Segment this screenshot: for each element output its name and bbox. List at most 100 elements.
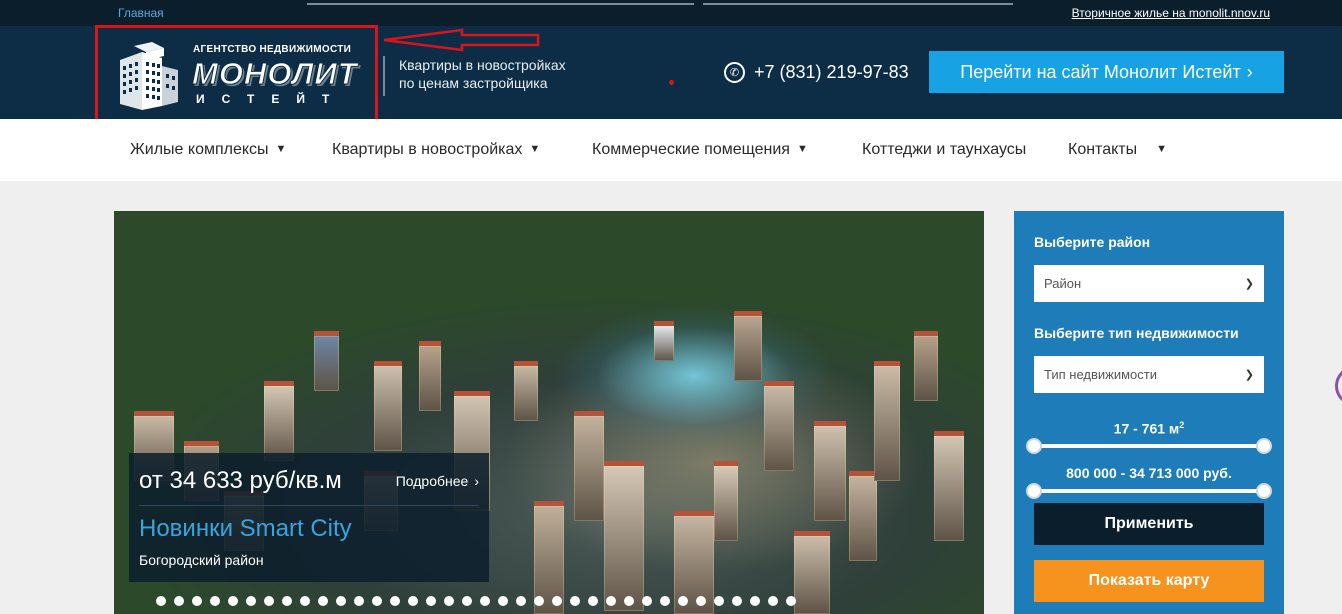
building-illustration: [374, 361, 402, 451]
tagline-line: по ценам застройщика: [399, 75, 548, 91]
nav-item-label: Контакты: [1068, 141, 1138, 158]
slider-dot[interactable]: [192, 596, 202, 606]
top-divider-line: [307, 3, 694, 5]
slider-dot[interactable]: [264, 596, 274, 606]
building-illustration: [574, 411, 604, 521]
nav-item-residential-complexes[interactable]: Жилые комплексы ▼: [130, 141, 286, 159]
area-range-value: 17 - 761 м: [1113, 420, 1180, 437]
side-widget-icon[interactable]: [1335, 366, 1342, 406]
property-type-select[interactable]: Тип недвижимости ❯: [1034, 356, 1264, 393]
secondary-housing-link[interactable]: Вторичное жилье на monolit.nnov.ru: [1072, 6, 1270, 20]
slider-dot[interactable]: [696, 596, 706, 606]
district-label: Выберите район: [1034, 234, 1151, 250]
card-divider: [139, 505, 479, 506]
annotation-arrow-icon: [383, 28, 540, 52]
slider-dot[interactable]: [336, 596, 346, 606]
slider-dot[interactable]: [372, 596, 382, 606]
building-illustration: [604, 461, 644, 611]
slider-dot[interactable]: [660, 596, 670, 606]
slider-dot[interactable]: [570, 596, 580, 606]
chevron-down-icon: ▼: [275, 143, 287, 155]
slider-dot[interactable]: [750, 596, 760, 606]
property-type-label: Выберите тип недвижимости: [1034, 325, 1239, 341]
slider-dot[interactable]: [408, 596, 418, 606]
building-illustration: [874, 361, 900, 481]
slider-dot[interactable]: [156, 596, 166, 606]
area-min-handle[interactable]: [1026, 438, 1042, 454]
slider-dot[interactable]: [282, 596, 292, 606]
slider-dot[interactable]: [678, 596, 688, 606]
nav-item-contacts[interactable]: Контакты ▼: [1068, 141, 1167, 159]
property-type-select-value: Тип недвижимости: [1044, 367, 1158, 382]
slide-price: от 34 633 руб/кв.м: [139, 467, 342, 494]
nav-item-label: Коттеджи и таунхаусы: [862, 141, 1027, 158]
slider-dot[interactable]: [426, 596, 436, 606]
chevron-down-icon: ▼: [529, 143, 541, 155]
more-link[interactable]: Подробнее ›: [396, 473, 479, 489]
top-bar: Главная Вторичное жилье на monolit.nnov.…: [0, 0, 1342, 26]
nav-item-commercial[interactable]: Коммерческие помещения ▼: [592, 141, 808, 159]
nav-item-label: Коммерческие помещения: [592, 141, 790, 158]
slider-dot[interactable]: [210, 596, 220, 606]
slider-dot[interactable]: [444, 596, 454, 606]
building-illustration: [814, 421, 846, 521]
slide-title[interactable]: Новинки Smart City: [139, 515, 352, 543]
slider-dot[interactable]: [228, 596, 238, 606]
apply-button[interactable]: Применить: [1034, 503, 1264, 545]
slider-dot[interactable]: [786, 596, 796, 606]
area-unit-superscript: 2: [1179, 420, 1185, 430]
home-link[interactable]: Главная: [118, 6, 164, 20]
price-min-handle[interactable]: [1026, 483, 1042, 499]
slider-dot[interactable]: [768, 596, 778, 606]
go-to-site-label: Перейти на сайт Монолит Истейт: [960, 61, 1241, 82]
chevron-right-icon: ›: [1246, 61, 1253, 82]
slider-dot[interactable]: [354, 596, 364, 606]
area-range-slider[interactable]: [1026, 438, 1272, 454]
main-nav: Жилые комплексы ▼ Квартиры в новостройка…: [0, 119, 1342, 181]
area-max-handle[interactable]: [1256, 438, 1272, 454]
building-illustration: [734, 311, 762, 381]
slider-dot[interactable]: [462, 596, 472, 606]
slider-dot[interactable]: [606, 596, 616, 606]
price-max-handle[interactable]: [1256, 483, 1272, 499]
building-illustration: [714, 461, 738, 541]
top-divider-line: [703, 3, 1013, 5]
slider-dot[interactable]: [714, 596, 724, 606]
annotation-highlight-box: [95, 25, 378, 130]
building-illustration: [514, 361, 538, 421]
slider-dot[interactable]: [624, 596, 634, 606]
slider-dot[interactable]: [174, 596, 184, 606]
nav-item-cottages[interactable]: Коттеджи и таунхаусы: [862, 141, 1026, 159]
nav-item-new-apartments[interactable]: Квартиры в новостройках ▼: [332, 141, 540, 159]
slider-dot[interactable]: [318, 596, 328, 606]
phone-contact[interactable]: ✆ +7 (831) 219-97-83: [724, 62, 909, 83]
slider-dot[interactable]: [534, 596, 544, 606]
slider-dot[interactable]: [246, 596, 256, 606]
slider-dot[interactable]: [732, 596, 742, 606]
building-illustration: [419, 341, 441, 411]
chevron-right-icon: ›: [474, 473, 479, 489]
district-select-value: Район: [1044, 276, 1082, 291]
slide-district: Богородский район: [139, 552, 264, 568]
building-illustration: [314, 331, 339, 391]
go-to-site-button[interactable]: Перейти на сайт Монолит Истейт ›: [929, 51, 1284, 93]
building-illustration: [764, 381, 794, 471]
slider-dot[interactable]: [480, 596, 490, 606]
slider-dot[interactable]: [498, 596, 508, 606]
building-illustration: [654, 321, 674, 361]
price-range-label: 800 000 - 34 713 000 руб.: [1066, 465, 1232, 481]
price-range-slider[interactable]: [1026, 483, 1272, 499]
show-map-button[interactable]: Показать карту: [1034, 560, 1264, 602]
slider-dot[interactable]: [300, 596, 310, 606]
slider-dot[interactable]: [552, 596, 562, 606]
slider-dot[interactable]: [390, 596, 400, 606]
chevron-down-icon: ❯: [1244, 278, 1254, 290]
slider-dot[interactable]: [516, 596, 526, 606]
slider-dot[interactable]: [588, 596, 598, 606]
slider-dot[interactable]: [642, 596, 652, 606]
area-range-label: 17 - 761 м2: [1014, 420, 1284, 437]
district-select[interactable]: Район ❯: [1034, 265, 1264, 302]
nav-item-label: Жилые комплексы: [130, 141, 269, 158]
building-illustration: [934, 431, 964, 541]
more-link-label: Подробнее: [395, 473, 469, 489]
